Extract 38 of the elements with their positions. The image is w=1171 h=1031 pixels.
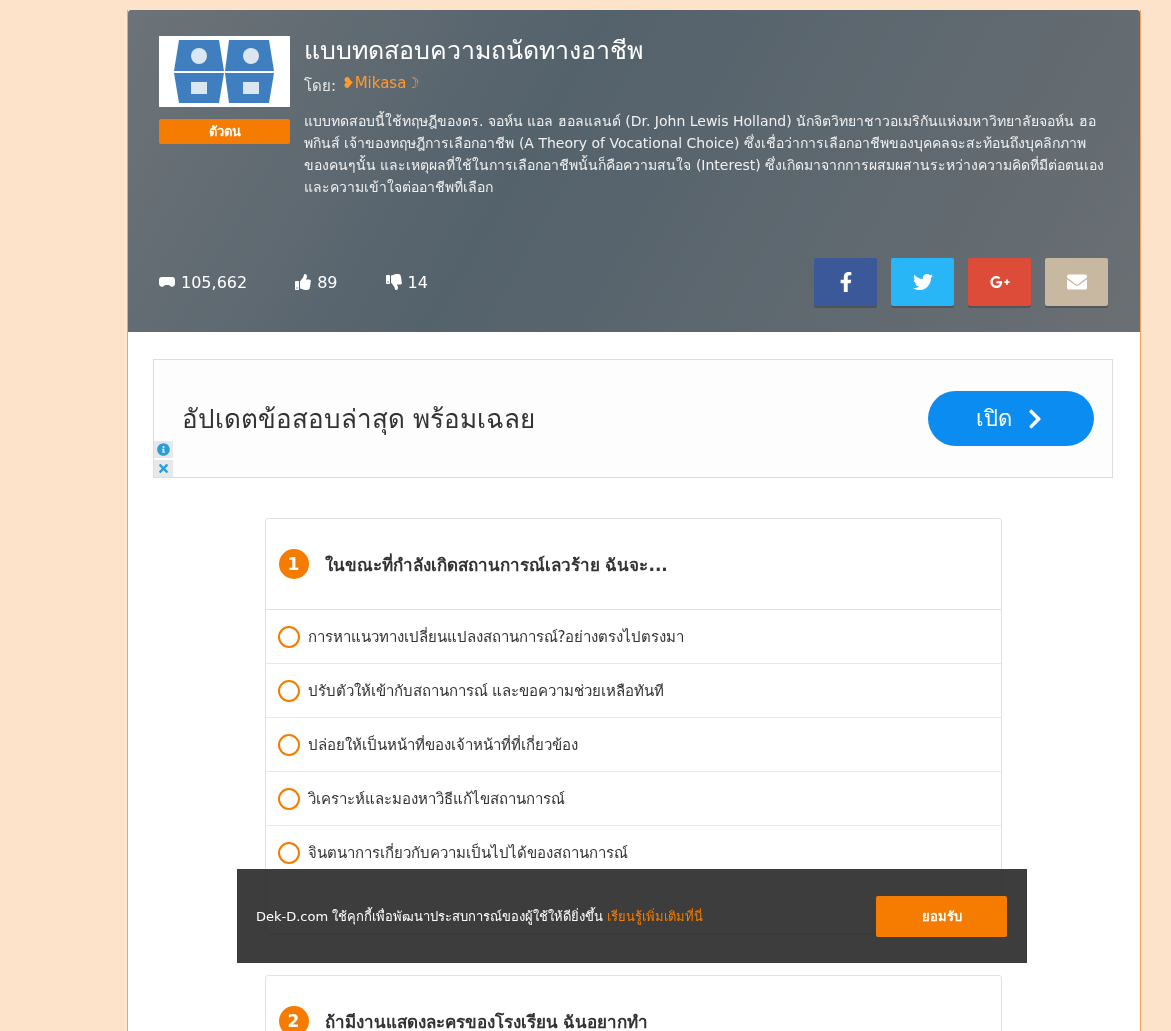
email-share-button[interactable] (1045, 258, 1108, 306)
radio-button[interactable] (277, 841, 300, 864)
option-label: วิเคราะห์และมองหาวิธีแก้ไขสถานการณ์ (307, 788, 565, 810)
twitter-icon (912, 272, 933, 292)
option-label: การหาแนวทางเปลี่ยนแปลงสถานการณ์?อย่างตรงไปตรงมา (307, 626, 685, 648)
answer-option[interactable]: วิเคราะห์และมองหาวิธีแก้ไขสถานการณ์ (265, 772, 1001, 826)
option-label: ปล่อยให้เป็นหน้าที่ของเจ้าหน้าที่ที่เกี่ยวข้อง (307, 734, 578, 756)
option-label: จินตนาการเกี่ยวกับความเป็นไปได้ของสถานการณ์ (307, 842, 628, 864)
answer-option[interactable]: การหาแนวทางเปลี่ยนแปลงสถานการณ์?อย่างตรงไปตรงมา (265, 610, 1001, 664)
radio-button[interactable] (277, 787, 300, 810)
stat-count: 89 (317, 272, 338, 292)
facebook-share-button[interactable] (814, 258, 877, 306)
thumbs-down-icon (385, 274, 402, 290)
thumbs-up-icon (295, 274, 312, 290)
answer-option[interactable]: ปล่อยให้เป็นหน้าที่ของเจ้าหน้าที่ที่เกี่ยวข้อง (265, 718, 1001, 772)
cookie-notice: Dek-D.com ใช้คุกกี้เพื่อพัฒนาประสบการณ์ของผู้ใช้ให้ดียิ่งขึ้น เรียนรู้เพิ่มเติมที่นี่ (256, 906, 704, 927)
author-label: โดย: (304, 76, 337, 97)
ad-close-icon[interactable] (154, 460, 173, 477)
stat-count: 105,662 (181, 272, 248, 292)
question-number: 1 (278, 549, 309, 579)
stat-count: 14 (407, 272, 428, 292)
gamepad-icon (159, 277, 175, 287)
learn-more-link[interactable]: เรียนรู้เพิ่มเติมที่นี่ (607, 908, 704, 924)
ad-info-icon[interactable] (154, 441, 173, 458)
twitter-share-button[interactable] (891, 258, 954, 306)
radio-button[interactable] (277, 733, 300, 756)
ad-text: อัปเดตข้อสอบล่าสุด พร้อมเฉลย (182, 403, 536, 437)
quiz-description: แบบทดสอบนี้ใช้ทฤษฎีของดร. จอห์น แอล ฮอลแลนด์ (Dr. John Lewis Holland) นักจิตวิทยาชาวอเมริกันแห่งมหาวิทยาลัยจอห์น ฮอพกินส์ เจ้าของทฤษฎีการเลือกอาชีพ (A Theory of Vocational Choice) ซึ่งเชื่อว่าการเลือกอาชีพของบุคคลจะสะท้อนถึงบุคลิกภาพของคนๆนั้น และเหตุผลที่ใช้ในการเลือกอาชีพนั้นก็คือความสนใจ (Interest) ซึ่งเกิดมาจากการผสมผสานระหว่างความคิดที่มีต่อตนเองและความเข้าใจต่ออาชีพที่เลือก (304, 110, 1106, 197)
google-plus-share-button[interactable] (968, 258, 1031, 306)
radio-button[interactable] (277, 625, 300, 648)
option-label: ปรับตัวให้เข้ากับสถานการณ์ และขอความช่วยเหลือทันที (307, 680, 665, 702)
question-text: ในขณะที่กำลังเกิดสถานการณ์เลวร้าย ฉันจะ... (324, 552, 668, 577)
quiz-title: แบบทดสอบความถนัดทางอาชีพ (304, 36, 644, 66)
radio-button[interactable] (277, 679, 300, 702)
question-number: 2 (278, 1006, 309, 1031)
question-text: ถ้ามีงานแสดงละครของโรงเรียน ฉันอยากทำ (324, 1010, 649, 1031)
mail-icon (1066, 272, 1087, 292)
answer-option[interactable]: ปรับตัวให้เข้ากับสถานการณ์ และขอความช่วยเหลือทันที (265, 664, 1001, 718)
